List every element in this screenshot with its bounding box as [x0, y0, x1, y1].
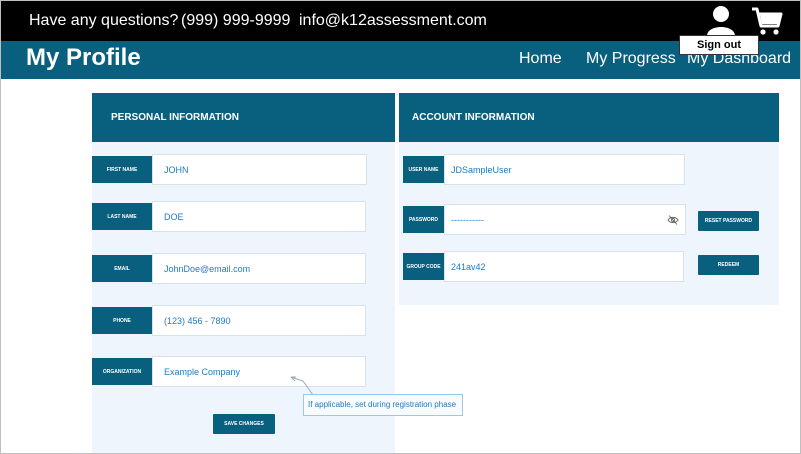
last-name-field: LAST NAME DOE — [92, 201, 366, 232]
phone-label: PHONE — [92, 307, 152, 334]
user-icon[interactable] — [705, 4, 737, 36]
first-name-label: FIRST NAME — [92, 156, 152, 183]
contact-email[interactable]: info@k12assessment.com — [299, 12, 487, 30]
contact-phone[interactable]: (999) 999-9999 — [181, 12, 290, 30]
group-code-label: GROUP CODE — [403, 253, 444, 280]
organization-label: ORGANIZATION — [92, 358, 152, 385]
redeem-button[interactable]: REDEEM — [698, 255, 759, 275]
first-name-field: FIRST NAME JOHN — [92, 154, 367, 185]
email-label: EMAIL — [92, 255, 152, 282]
nav-home-link[interactable]: Home — [519, 50, 562, 68]
reset-password-button[interactable]: RESET PASSWORD — [698, 211, 759, 231]
personal-info-header: PERSONAL INFORMATION — [92, 93, 395, 142]
eye-slash-icon[interactable] — [667, 214, 679, 226]
password-label: PASSWORD — [403, 206, 444, 233]
shopping-cart-icon[interactable] — [751, 6, 783, 36]
page-title: My Profile — [26, 44, 141, 71]
questions-text: Have any questions? — [29, 12, 179, 29]
username-field: USER NAME JDSampleUser — [403, 154, 685, 185]
password-input[interactable]: ----------- — [444, 204, 686, 235]
username-label: USER NAME — [403, 156, 444, 183]
save-changes-button[interactable]: SAVE CHANGES — [213, 414, 275, 434]
organization-field: ORGANIZATION Example Company — [92, 356, 366, 387]
username-input[interactable]: JDSampleUser — [444, 154, 685, 185]
email-input[interactable]: JohnDoe@email.com — [152, 253, 366, 284]
last-name-label: LAST NAME — [92, 203, 152, 230]
profile-page: Have any questions? (999) 999-9999 info@… — [0, 0, 801, 454]
phone-input[interactable]: (123) 456 - 7890 — [152, 305, 366, 336]
account-info-header: ACCOUNT INFORMATION — [399, 93, 779, 142]
password-field: PASSWORD ----------- — [403, 204, 686, 235]
organization-tooltip: If applicable, set during registration p… — [303, 394, 463, 416]
email-field: EMAIL JohnDoe@email.com — [92, 253, 366, 284]
group-code-field: GROUP CODE 241av42 — [403, 251, 684, 282]
nav-progress-link[interactable]: My Progress — [586, 50, 676, 68]
group-code-input[interactable]: 241av42 — [444, 251, 684, 282]
phone-field: PHONE (123) 456 - 7890 — [92, 305, 366, 336]
sign-out-button[interactable]: Sign out — [679, 35, 759, 55]
organization-input[interactable]: Example Company — [152, 356, 366, 387]
first-name-input[interactable]: JOHN — [152, 154, 367, 185]
password-value: ----------- — [451, 214, 484, 225]
last-name-input[interactable]: DOE — [152, 201, 366, 232]
